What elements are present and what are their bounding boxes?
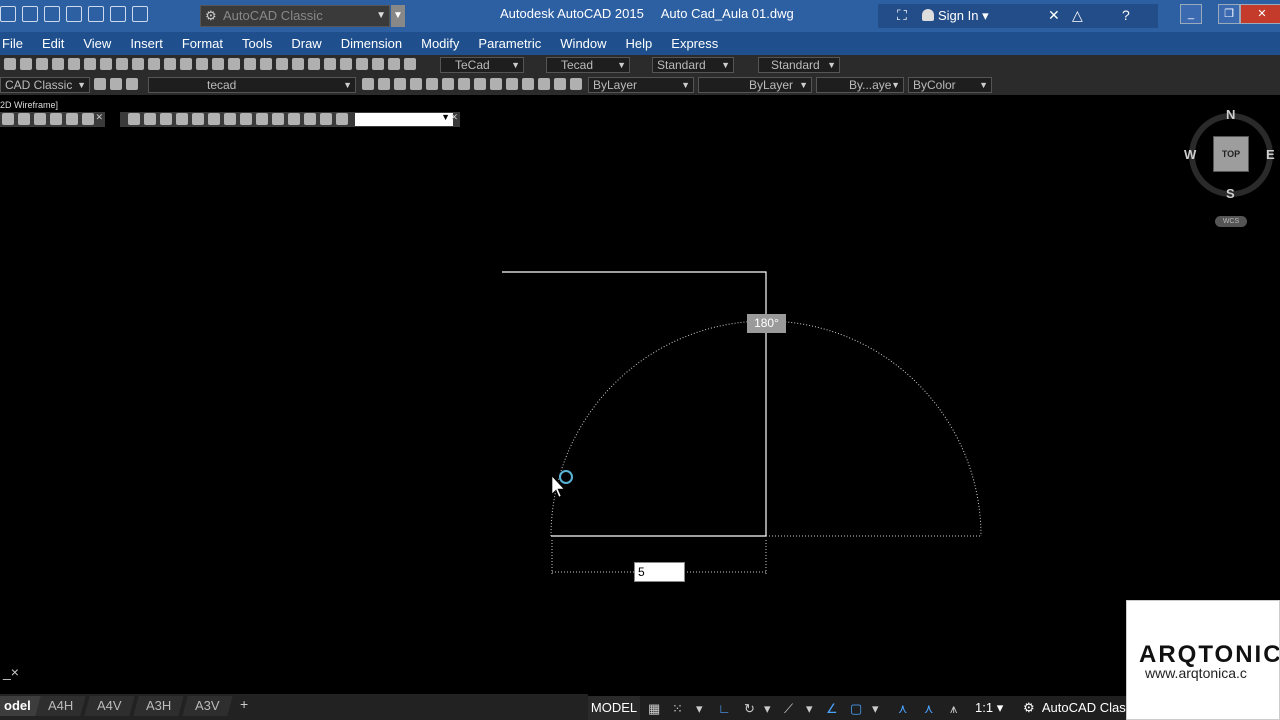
auto-scale-icon[interactable]: ⋏: [924, 701, 934, 717]
object-snap-tracking-icon[interactable]: ∠: [826, 701, 838, 717]
tab-a4h[interactable]: A4H: [35, 696, 86, 716]
watermark-logo: ARQTONIC www.arqtonica.c: [1126, 600, 1280, 720]
viewcube[interactable]: TOP N S E W: [1184, 107, 1276, 201]
chevron-down-icon[interactable]: ▾: [872, 701, 879, 717]
tab-a4v[interactable]: A4V: [84, 696, 135, 716]
annotation-scale-icon[interactable]: ⩚: [950, 701, 957, 717]
chevron-down-icon[interactable]: ▾: [696, 701, 703, 717]
object-snap-icon[interactable]: ▢: [850, 701, 862, 717]
angle-tooltip: 180°: [747, 314, 786, 333]
compass-south[interactable]: S: [1226, 186, 1235, 201]
workspace-switch[interactable]: ⚙ AutoCAD Class: [1023, 700, 1132, 716]
drawing-canvas[interactable]: [0, 0, 1280, 720]
tab-a3v[interactable]: A3V: [182, 696, 233, 716]
model-space-button[interactable]: MODEL: [588, 696, 640, 720]
polar-tracking-icon[interactable]: ↻: [744, 701, 755, 717]
add-layout-button[interactable]: +: [240, 696, 248, 712]
drawn-polyline: [502, 271, 767, 537]
gear-icon: ⚙: [1023, 700, 1035, 715]
compass-west[interactable]: W: [1184, 147, 1196, 162]
chevron-down-icon[interactable]: ▾: [806, 701, 813, 717]
annotation-visibility-icon[interactable]: ⋏: [898, 701, 908, 717]
annotation-scale[interactable]: 1:1 ▾: [975, 700, 1003, 716]
snap-marker-icon: [559, 470, 573, 484]
layout-tabs: odel A4H A4V A3H A3V +: [0, 694, 588, 720]
cursor-arrow-icon: [551, 475, 565, 498]
compass-north[interactable]: N: [1226, 107, 1235, 122]
ortho-icon[interactable]: ∟: [718, 701, 731, 716]
viewcube-top-face[interactable]: TOP: [1213, 136, 1249, 172]
compass-east[interactable]: E: [1266, 147, 1275, 162]
watermark-url: www.arqtonica.c: [1145, 665, 1247, 681]
isodraft-icon[interactable]: ⟋: [784, 701, 793, 717]
grid-icon[interactable]: ▦: [648, 701, 660, 717]
dynamic-input-field[interactable]: 5: [634, 562, 685, 582]
command-line-close-icon[interactable]: _×: [3, 664, 19, 680]
chevron-down-icon[interactable]: ▾: [764, 701, 771, 717]
snap-mode-icon[interactable]: ⁙: [672, 701, 683, 717]
tab-a3h[interactable]: A3H: [133, 696, 184, 716]
wcs-menu[interactable]: WCS: [1215, 216, 1247, 227]
autocad-window: ⚙ AutoCAD Classic ▼ ▼ Autodesk AutoCAD 2…: [0, 0, 1280, 720]
